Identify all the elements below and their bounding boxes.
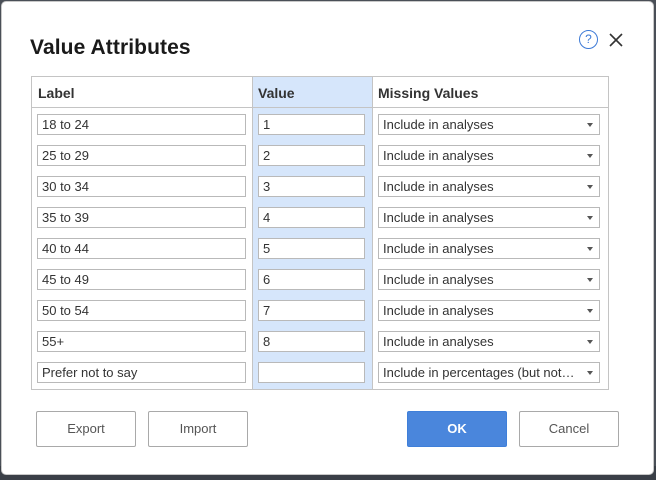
cancel-button[interactable]: Cancel [519,411,619,447]
chevron-down-icon [587,340,593,344]
missing-values-select[interactable]: Include in analyses [378,238,600,259]
table-row: 25 to 29 2 Include in analyses [32,139,608,170]
missing-values-select-value: Include in analyses [383,179,494,194]
header-missing-values[interactable]: Missing Values [378,85,478,101]
value-input[interactable]: 1 [258,114,365,135]
export-button[interactable]: Export [36,411,136,447]
missing-values-select[interactable]: Include in analyses [378,207,600,228]
table-row: Prefer not to say Include in percentages … [32,356,608,387]
value-input[interactable]: 2 [258,145,365,166]
missing-values-select-value: Include in analyses [383,148,494,163]
label-input[interactable]: 18 to 24 [37,114,246,135]
dialog-title: Value Attributes [30,36,191,59]
missing-values-select[interactable]: Include in analyses [378,176,600,197]
value-input[interactable]: 6 [258,269,365,290]
missing-values-select-value: Include in analyses [383,210,494,225]
table-row: 18 to 24 1 Include in analyses [32,108,608,139]
missing-values-select[interactable]: Include in percentages (but not… [378,362,600,383]
missing-values-select-value: Include in analyses [383,303,494,318]
table-row: 45 to 49 6 Include in analyses [32,263,608,294]
label-input[interactable]: 40 to 44 [37,238,246,259]
missing-values-select-value: Include in analyses [383,272,494,287]
chevron-down-icon [587,247,593,251]
label-input[interactable]: 35 to 39 [37,207,246,228]
missing-values-select[interactable]: Include in analyses [378,269,600,290]
missing-values-select[interactable]: Include in analyses [378,300,600,321]
missing-values-select[interactable]: Include in analyses [378,331,600,352]
table-row: 30 to 34 3 Include in analyses [32,170,608,201]
value-attributes-dialog: Value Attributes ? Label Value Missing V… [2,2,653,474]
table-row: 35 to 39 4 Include in analyses [32,201,608,232]
label-input[interactable]: 25 to 29 [37,145,246,166]
table-row: 50 to 54 7 Include in analyses [32,294,608,325]
missing-values-select-value: Include in analyses [383,241,494,256]
label-input[interactable]: 45 to 49 [37,269,246,290]
value-input[interactable]: 5 [258,238,365,259]
header-label[interactable]: Label [38,85,75,101]
value-input[interactable]: 7 [258,300,365,321]
chevron-down-icon [587,309,593,313]
value-input[interactable]: 4 [258,207,365,228]
chevron-down-icon [587,123,593,127]
ok-button[interactable]: OK [407,411,507,447]
missing-values-select-value: Include in analyses [383,334,494,349]
chevron-down-icon [587,278,593,282]
table-row: 55+ 8 Include in analyses [32,325,608,356]
missing-values-select[interactable]: Include in analyses [378,145,600,166]
value-input[interactable]: 3 [258,176,365,197]
value-input[interactable]: 8 [258,331,365,352]
table-row: 40 to 44 5 Include in analyses [32,232,608,263]
label-input[interactable]: 55+ [37,331,246,352]
label-input[interactable]: 30 to 34 [37,176,246,197]
chevron-down-icon [587,185,593,189]
missing-values-select-value: Include in percentages (but not… [383,365,575,380]
close-icon[interactable] [607,31,625,49]
help-icon[interactable]: ? [579,30,598,49]
value-attributes-table: Label Value Missing Values 18 to 24 1 Incl… [31,76,609,390]
missing-values-select[interactable]: Include in analyses [378,114,600,135]
chevron-down-icon [587,371,593,375]
value-input[interactable] [258,362,365,383]
import-button[interactable]: Import [148,411,248,447]
label-input[interactable]: 50 to 54 [37,300,246,321]
header-value[interactable]: Value [258,85,295,101]
missing-values-select-value: Include in analyses [383,117,494,132]
label-input[interactable]: Prefer not to say [37,362,246,383]
chevron-down-icon [587,216,593,220]
chevron-down-icon [587,154,593,158]
